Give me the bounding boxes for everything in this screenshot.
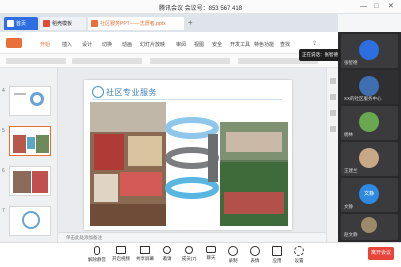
speaking-tooltip: 正在说话：张智德 <box>299 49 341 61</box>
ring-top <box>165 117 219 139</box>
menu-item-security[interactable]: 安全 <box>212 41 222 48</box>
initials-avatar: 文静 <box>359 184 379 204</box>
settings-button[interactable]: 设置 <box>288 246 310 264</box>
record-icon <box>228 246 238 256</box>
share-screen-button[interactable]: 共享屏幕 <box>134 246 156 262</box>
window-title: 腾讯会议 会议号：853 567 418 <box>158 6 243 12</box>
slide-title: 社区专业服务 <box>106 88 157 97</box>
notes-bar[interactable]: 单击此处添加备注 <box>58 232 326 242</box>
menu-item-animation[interactable]: 动画 <box>122 41 132 48</box>
participant-tile[interactable]: XX的社区服务中心 <box>341 70 398 104</box>
apps-grid-icon <box>272 246 282 256</box>
mute-button[interactable]: 解除静音 <box>86 246 108 263</box>
slide-thumbnail-panel: 4 5 6 7 <box>0 68 58 242</box>
photo-collage-left <box>90 102 166 226</box>
avatar <box>361 217 377 233</box>
title-bar: 腾讯会议 会议号：853 567 418 — □ ✕ <box>0 0 401 14</box>
add-person-icon <box>163 246 171 254</box>
docer-icon <box>43 20 50 27</box>
photo-collage-right <box>220 122 288 226</box>
tab-document[interactable]: 社区服务PPT——志愿者.pptx <box>88 17 184 30</box>
animation-icon[interactable] <box>330 110 336 116</box>
gear-icon <box>294 246 304 256</box>
slide-logo <box>92 86 104 98</box>
slide-thumbnail[interactable] <box>9 166 51 196</box>
menu-item-design[interactable]: 设计 <box>82 41 92 48</box>
participant-tile[interactable]: 杨林 <box>341 106 398 140</box>
slide-thumbnail-selected[interactable] <box>9 126 51 156</box>
chat-button[interactable]: 聊天 <box>200 246 222 261</box>
avatar <box>359 76 379 96</box>
title-divider <box>92 99 282 100</box>
participant-tile[interactable]: 王建兰 <box>341 142 398 176</box>
tab-home[interactable]: 首页 <box>4 17 38 30</box>
slide-thumbnail[interactable] <box>9 206 51 236</box>
camera-icon <box>116 246 126 254</box>
side-tool-strip <box>326 68 338 242</box>
smile-icon <box>250 246 260 256</box>
menu-item-insert[interactable]: 插入 <box>62 41 72 48</box>
ribbon-toolbar <box>0 54 338 68</box>
menu-item-review[interactable]: 审阅 <box>176 41 186 48</box>
menu-item-slideshow[interactable]: 幻灯片放映 <box>140 41 165 48</box>
avatar <box>359 148 379 168</box>
maximize-button[interactable]: □ <box>374 2 378 11</box>
menu-item-features[interactable]: 特色功能 <box>254 41 274 48</box>
video-button[interactable]: 开启视频 <box>110 246 132 262</box>
participant-tile[interactable]: 赵文静 <box>341 214 398 240</box>
ring-bottom <box>165 177 219 199</box>
participant-tile-speaker[interactable]: 张智德 <box>341 34 398 68</box>
home-icon <box>7 20 14 27</box>
ribbon-menu: 开始 插入 设计 切换 动画 幻灯片放映 审阅 视图 安全 开发工具 特色功能 … <box>0 32 338 54</box>
avatar <box>359 112 379 132</box>
chat-icon <box>206 246 216 253</box>
tab-docer[interactable]: 稻壳模板 <box>40 17 86 30</box>
file-menu-icon[interactable] <box>6 38 22 48</box>
participant-tile[interactable]: 文静 文静 <box>341 178 398 212</box>
close-button[interactable]: ✕ <box>388 2 394 11</box>
style-icon[interactable] <box>330 94 336 100</box>
menu-item-home[interactable]: 开始 <box>40 41 50 48</box>
reactions-button[interactable]: 表情 <box>244 246 266 264</box>
menu-item-developer[interactable]: 开发工具 <box>230 41 250 48</box>
clipboard-tools[interactable] <box>6 58 66 64</box>
leave-meeting-button[interactable]: 离开会议 <box>368 247 394 260</box>
ppt-file-icon <box>91 20 98 27</box>
menu-item-transition[interactable]: 切换 <box>102 41 112 48</box>
slide[interactable]: 社区专业服务 <box>84 80 292 230</box>
share-icon[interactable]: ⇪ <box>312 40 317 47</box>
menu-item-search[interactable]: 查找 <box>280 41 290 48</box>
meeting-toolbar: 解除静音 开启视频 共享屏幕 邀请 成员(7) 聊天 录制 表情 应用 设置 <box>0 242 401 267</box>
paragraph-tools[interactable] <box>150 58 230 64</box>
new-tab-icon[interactable]: + <box>188 18 193 27</box>
property-icon[interactable] <box>330 78 336 84</box>
slide-thumbnail[interactable] <box>9 86 51 116</box>
minimize-button[interactable]: — <box>360 2 367 11</box>
microphone-icon <box>94 246 100 255</box>
avatar <box>359 40 379 60</box>
font-tools[interactable] <box>72 58 142 64</box>
shape-icon[interactable] <box>330 126 336 132</box>
members-icon <box>185 246 193 254</box>
apps-button[interactable]: 应用 <box>266 246 288 264</box>
screen-share-icon <box>140 246 150 254</box>
invite-button[interactable]: 邀请 <box>156 246 178 262</box>
menu-item-view[interactable]: 视图 <box>194 41 204 48</box>
document-tab-bar: 首页 稻壳模板 社区服务PPT——志愿者.pptx + <box>0 14 338 32</box>
members-button[interactable]: 成员(7) <box>178 246 200 262</box>
participants-panel: 张智德 XX的社区服务中心 杨林 王建兰 文静 文静 赵文静 <box>338 32 401 242</box>
ring-stack-diagram <box>165 117 219 199</box>
record-button[interactable]: 录制 <box>222 246 244 264</box>
